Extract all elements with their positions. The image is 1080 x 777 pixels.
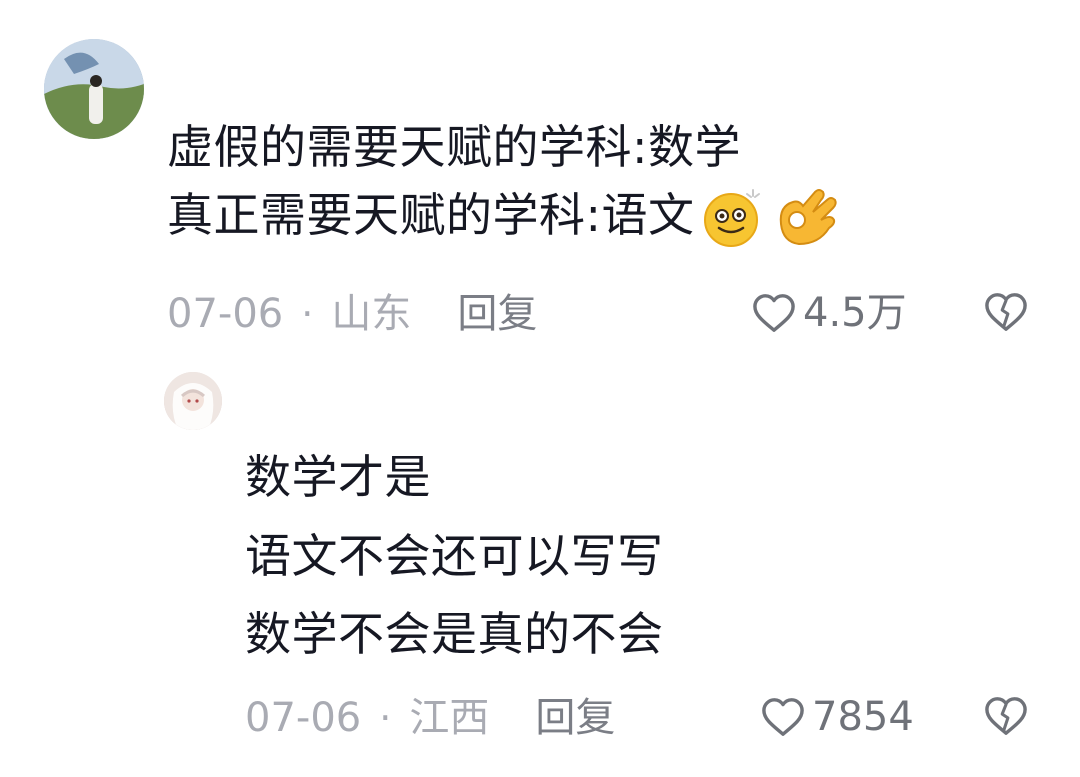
reply-avatar[interactable]: [164, 372, 222, 430]
like-count: 4.5万: [803, 290, 907, 336]
reply-text-line-1: 数学才是: [245, 450, 431, 504]
like-button[interactable]: 4.5万: [751, 292, 907, 334]
comment-text-line-2: 真正需要天赋的学科:语文: [167, 188, 695, 243]
dizzy-face-emoji-icon: [701, 184, 765, 248]
reply-meta: 07-06 · 江西 回复: [245, 696, 615, 740]
ok-hand-emoji-icon: [771, 184, 837, 248]
comment-location: 山东: [331, 291, 412, 337]
comment-text-line-2-wrap: 真正需要天赋的学科:语文: [167, 184, 837, 248]
reply-reply-button[interactable]: 回复: [535, 698, 615, 738]
reply-like-count: 7854: [812, 694, 914, 740]
comment-text-line-1: 虚假的需要天赋的学科:数学: [167, 120, 741, 174]
reply-dislike-button[interactable]: [983, 695, 1029, 737]
comment-date: 07-06: [167, 291, 284, 337]
reply-date: 07-06: [245, 695, 362, 741]
reply-location: 江西: [409, 695, 490, 741]
dislike-button[interactable]: [983, 291, 1029, 333]
broken-heart-icon: [983, 291, 1029, 333]
reply-like-button[interactable]: 7854: [760, 696, 914, 738]
avatar[interactable]: [44, 39, 144, 139]
heart-icon: [760, 696, 806, 738]
reply-text-line-2: 语文不会还可以写写: [245, 529, 664, 583]
reply-text-line-3: 数学不会是真的不会: [245, 607, 664, 661]
heart-icon: [751, 292, 797, 334]
meta-separator: ·: [379, 696, 392, 740]
reply-button[interactable]: 回复: [457, 294, 537, 334]
broken-heart-icon: [983, 695, 1029, 737]
comment-meta: 07-06 · 山东 回复: [167, 292, 537, 336]
meta-separator: ·: [301, 292, 314, 336]
